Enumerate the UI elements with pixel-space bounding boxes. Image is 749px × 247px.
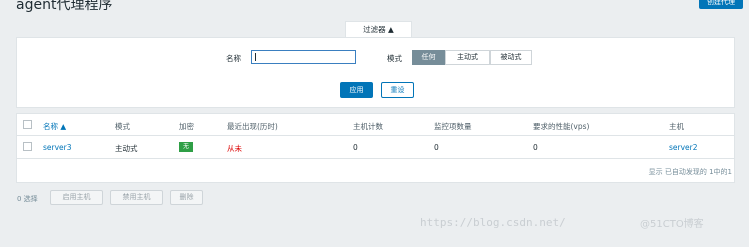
row-checkbox[interactable] bbox=[23, 142, 32, 151]
host-count: 0 bbox=[353, 143, 358, 152]
delete-button[interactable]: 删除 bbox=[170, 190, 203, 205]
required-vps: 0 bbox=[533, 143, 538, 152]
encryption-badge: 无 bbox=[179, 142, 193, 152]
column-header-last-seen: 最近出现(历时) bbox=[227, 122, 278, 131]
column-header-hosts: 主机 bbox=[669, 122, 684, 131]
host-link[interactable]: server2 bbox=[669, 143, 698, 152]
table-footer-count: 显示 已自动发现的 1中的1 bbox=[648, 168, 732, 176]
column-header-name[interactable]: 名称 ▲ bbox=[43, 121, 66, 132]
mode-passive-button[interactable]: 被动式 bbox=[490, 50, 532, 65]
column-header-host-count: 主机计数 bbox=[353, 122, 383, 131]
item-count: 0 bbox=[434, 143, 439, 152]
name-filter-input[interactable] bbox=[251, 50, 356, 64]
mode-active-button[interactable]: 主动式 bbox=[445, 50, 490, 65]
mode-label: 模式 bbox=[387, 54, 402, 63]
create-proxy-button[interactable]: 创建代理 bbox=[699, 0, 743, 9]
last-seen: 从未 bbox=[227, 144, 242, 153]
page-title: agent代理程序 bbox=[16, 0, 113, 13]
column-header-vps: 要求的性能(vps) bbox=[533, 122, 590, 131]
column-header-items: 监控项数量 bbox=[434, 122, 472, 131]
reset-button[interactable]: 重设 bbox=[381, 82, 414, 98]
apply-button[interactable]: 应用 bbox=[340, 82, 373, 98]
select-all-checkbox[interactable] bbox=[23, 120, 32, 129]
filter-tab[interactable]: 过滤器 ▲ bbox=[345, 21, 412, 38]
selected-count: 0 选择 bbox=[17, 195, 38, 203]
name-label: 名称 bbox=[226, 54, 241, 63]
column-header-encryption: 加密 bbox=[179, 122, 194, 131]
text-caret bbox=[255, 53, 256, 61]
disable-hosts-button[interactable]: 禁用主机 bbox=[110, 190, 163, 205]
header-divider bbox=[16, 135, 735, 136]
filter-panel bbox=[16, 37, 735, 108]
proxy-mode: 主动式 bbox=[115, 144, 138, 153]
mode-any-button[interactable]: 任何 bbox=[412, 50, 445, 65]
proxy-name-link[interactable]: server3 bbox=[43, 143, 72, 152]
enable-hosts-button[interactable]: 启用主机 bbox=[50, 190, 103, 205]
column-header-mode: 模式 bbox=[115, 122, 130, 131]
watermark-brand: @51CTO博客 bbox=[640, 219, 704, 230]
watermark-url: https://blog.csdn.net/ bbox=[420, 216, 566, 229]
row-divider bbox=[16, 158, 735, 159]
